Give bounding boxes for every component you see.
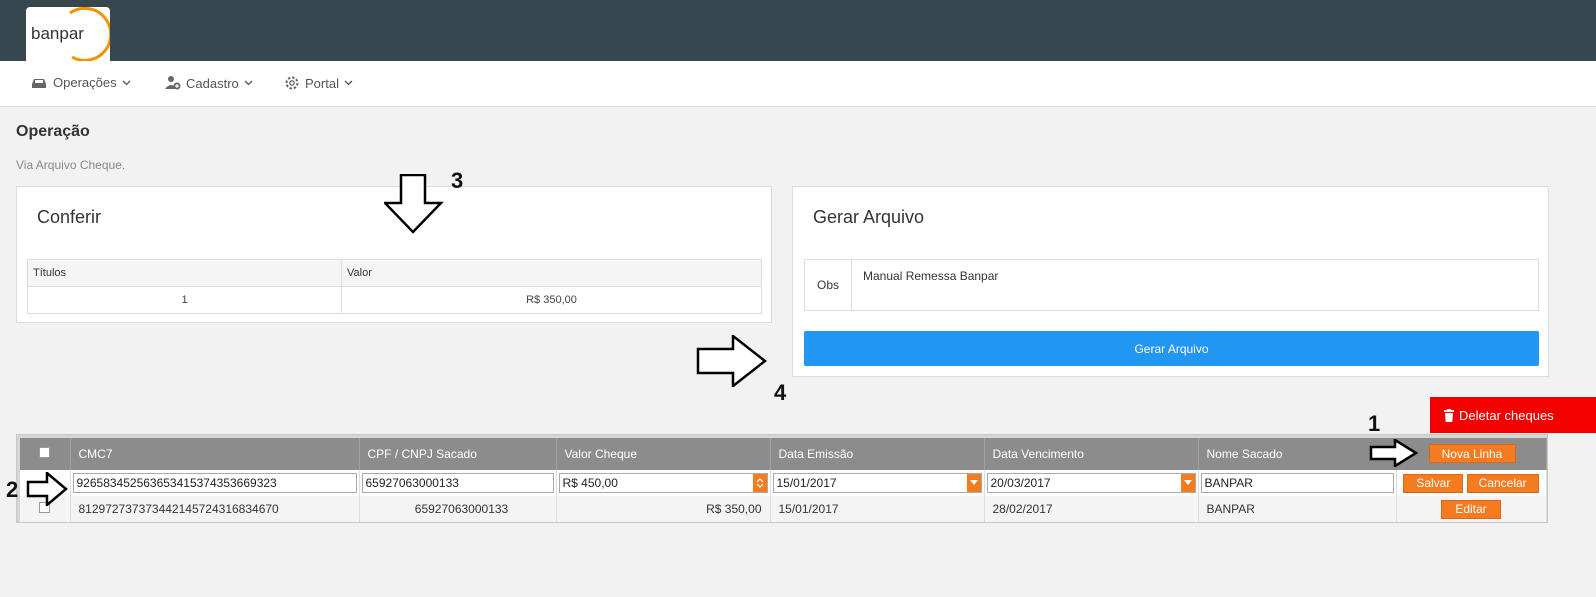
editar-button[interactable]: Editar xyxy=(1441,499,1501,519)
cheques-grid: CMC7 CPF / CNPJ Sacado Valor Cheque Data… xyxy=(16,434,1548,523)
user-add-icon xyxy=(165,76,181,90)
obs-field[interactable]: Obs Manual Remessa Banpar xyxy=(804,259,1539,311)
vencimento-input[interactable]: 20/03/2017 xyxy=(986,473,1196,493)
delete-cheques-label: Deletar cheques xyxy=(1459,407,1554,423)
obs-value: Manual Remessa Banpar xyxy=(863,269,999,283)
cheques-table: CMC7 CPF / CNPJ Sacado Valor Cheque Data… xyxy=(20,438,1547,522)
spinner-icon xyxy=(756,478,763,488)
edit-row: 926583452563653415374353669323 659270630… xyxy=(20,470,1547,496)
select-all-checkbox[interactable] xyxy=(39,447,51,458)
chevron-down-icon xyxy=(244,80,253,86)
header-nome-label: Nome Sacado xyxy=(1206,447,1283,461)
col-titulos: Títulos xyxy=(27,259,342,287)
conferir-title: Conferir xyxy=(37,207,102,227)
row-emissao: 15/01/2017 xyxy=(770,496,985,522)
row-vencimento: 28/02/2017 xyxy=(984,496,1199,522)
col-valor: Valor xyxy=(341,259,762,287)
nav-label-cadastro: Cadastro xyxy=(186,75,239,91)
row-actions: Editar xyxy=(1396,496,1547,522)
chevron-down-icon xyxy=(122,80,131,85)
page-subtitle: Via Arquivo Cheque. xyxy=(16,158,126,172)
top-bar: banpar xyxy=(0,0,1596,61)
banpar-logo[interactable]: banpar xyxy=(26,7,110,61)
table-row: 812972737373442145724316834670 659270630… xyxy=(20,496,1547,522)
logo-text: banpar xyxy=(31,24,84,43)
row-nome: BANPAR xyxy=(1198,496,1397,522)
gerar-arquivo-button[interactable]: Gerar Arquivo xyxy=(804,331,1539,366)
row-cmc7: 812972737373442145724316834670 xyxy=(70,496,360,522)
valor-input-value: R$ 450,00 xyxy=(562,476,618,490)
header-vencimento: Data Vencimento xyxy=(984,438,1199,470)
header-emissao: Data Emissão xyxy=(770,438,985,470)
gerar-arquivo-title: Gerar Arquivo xyxy=(813,207,925,227)
page-title: Operação xyxy=(16,123,90,140)
annotation-label-3: 3 xyxy=(451,168,464,193)
emissao-input[interactable]: 15/01/2017 xyxy=(772,473,982,493)
conferir-table: Títulos Valor 1 R$ 350,00 xyxy=(27,259,762,314)
titulos-count: 1 xyxy=(27,286,342,314)
gear-icon xyxy=(285,76,299,90)
caret-down-icon xyxy=(969,480,978,485)
main-nav: Operações Cadastro Portal xyxy=(0,61,1596,107)
valor-spinner[interactable] xyxy=(752,474,767,492)
obs-label: Obs xyxy=(805,260,852,310)
edit-actions: Salvar Cancelar xyxy=(1396,470,1547,496)
salvar-button[interactable]: Salvar xyxy=(1403,473,1464,493)
emissao-dropdown[interactable] xyxy=(966,474,981,492)
emissao-input-value: 15/01/2017 xyxy=(776,476,837,490)
row-cpf: 65927063000133 xyxy=(359,496,557,522)
annotation-arrow-right-icon xyxy=(696,335,768,387)
cmc7-input[interactable]: 926583452563653415374353669323 xyxy=(72,473,357,493)
header-valor: Valor Cheque xyxy=(556,438,771,470)
annotation-label-2: 2 xyxy=(6,477,19,502)
vencimento-input-value: 20/03/2017 xyxy=(990,476,1051,490)
annotation-arrow-down-icon xyxy=(384,174,444,234)
nav-label-portal: Portal xyxy=(305,75,339,91)
annotation-arrow-right-icon xyxy=(26,472,68,506)
delete-cheques-button[interactable]: Deletar cheques xyxy=(1430,397,1596,433)
nova-linha-button[interactable]: Nova Linha xyxy=(1428,444,1516,463)
annotation-label-4: 4 xyxy=(774,380,787,405)
car-icon xyxy=(32,78,46,88)
cpf-input[interactable]: 65927063000133 xyxy=(361,473,554,493)
nav-portal[interactable]: Portal xyxy=(284,75,353,91)
vencimento-dropdown[interactable] xyxy=(1180,474,1195,492)
nav-cadastro[interactable]: Cadastro xyxy=(165,75,253,91)
trash-icon xyxy=(1444,408,1454,422)
gerar-arquivo-card: Gerar Arquivo Obs Manual Remessa Banpar … xyxy=(792,186,1549,377)
caret-down-icon xyxy=(1183,480,1192,485)
annotation-label-1: 1 xyxy=(1368,411,1381,436)
nome-input[interactable]: BANPAR xyxy=(1200,473,1394,493)
row-valor: R$ 350,00 xyxy=(556,496,771,522)
nav-label-operacoes: Operações xyxy=(53,75,117,90)
valor-total: R$ 350,00 xyxy=(341,286,762,314)
select-all-header xyxy=(20,438,71,470)
chevron-down-icon xyxy=(344,80,353,86)
valor-input[interactable]: R$ 450,00 xyxy=(558,473,768,493)
header-cmc7: CMC7 xyxy=(70,438,360,470)
nav-operacoes[interactable]: Operações xyxy=(30,75,131,90)
cancelar-button[interactable]: Cancelar xyxy=(1466,473,1539,493)
annotation-arrow-right-icon xyxy=(1369,439,1419,467)
header-cpf: CPF / CNPJ Sacado xyxy=(359,438,557,470)
